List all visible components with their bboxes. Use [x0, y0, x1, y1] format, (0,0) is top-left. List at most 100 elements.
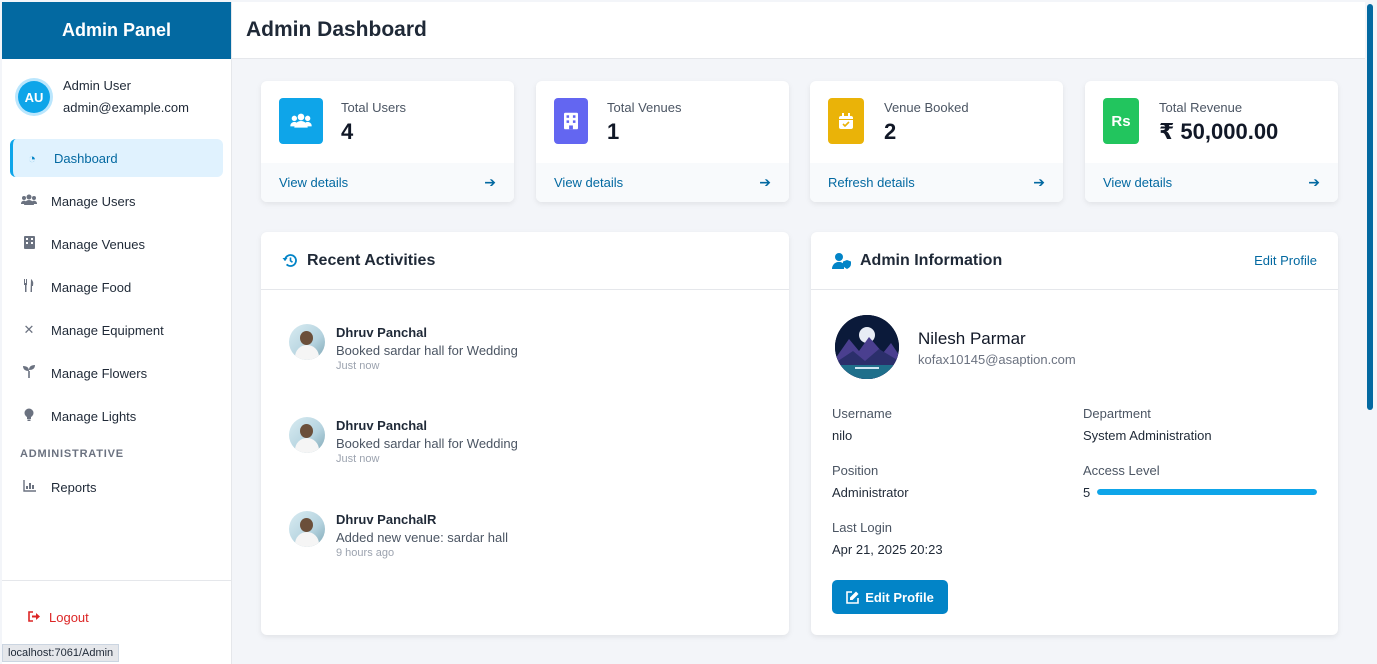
stat-label: Total Revenue	[1159, 100, 1243, 115]
activity-user: Dhruv Panchal	[336, 418, 428, 433]
stat-card-users: Total Users 4 View details ➔	[261, 81, 514, 202]
logout-label: Logout	[49, 610, 89, 625]
edit-profile-link[interactable]: Edit Profile	[1254, 253, 1317, 268]
sidebar-item-label: Manage Users	[51, 193, 136, 209]
activity-description: Booked sardar hall for Wedding	[336, 436, 518, 451]
stat-link-label: View details	[554, 175, 624, 190]
scrollbar[interactable]	[1365, 2, 1375, 664]
activity-description: Added new venue: sardar hall	[336, 530, 509, 545]
arrow-right-icon: ➔	[1033, 174, 1045, 190]
username-label: Username	[832, 406, 892, 421]
stat-value: ₹ 50,000.00	[1159, 119, 1279, 144]
logout-button[interactable]: Logout	[28, 610, 89, 625]
access-level-value: 5	[1083, 485, 1091, 500]
stat-label: Total Venues	[607, 100, 682, 115]
activity-time: Just now	[336, 453, 380, 465]
rupee-icon: Rs	[1103, 98, 1139, 144]
user-email: admin@example.com	[63, 100, 189, 115]
profile-name: Nilesh Parmar	[918, 329, 1026, 348]
stat-value: 4	[341, 119, 354, 144]
user-name: Admin User	[63, 78, 131, 93]
position-value: Administrator	[832, 485, 909, 500]
access-level-label: Access Level	[1083, 463, 1160, 478]
sidebar-item-lights[interactable]: Manage Lights	[10, 397, 223, 435]
department-label: Department	[1083, 406, 1151, 421]
recent-activities-panel: Recent Activities Dhruv Panchal Booked s…	[261, 232, 789, 635]
stat-link-label: View details	[1103, 175, 1173, 190]
sidebar-item-label: Manage Food	[51, 279, 132, 295]
activity-time: 9 hours ago	[336, 547, 395, 559]
page-title: Admin Dashboard	[232, 2, 1365, 59]
profile-email: kofax10145@asaption.com	[918, 352, 1076, 367]
sidebar-item-users[interactable]: Manage Users	[10, 182, 223, 220]
refresh-details-link[interactable]: Refresh details ➔	[810, 163, 1063, 202]
last-login-value: Apr 21, 2025 20:23	[832, 542, 943, 557]
sidebar: Admin Panel AU Admin User admin@example.…	[2, 2, 232, 664]
edit-profile-button-label: Edit Profile	[865, 589, 934, 605]
users-icon	[279, 98, 323, 144]
users-icon	[20, 194, 38, 209]
history-icon	[282, 252, 299, 269]
edit-icon	[846, 590, 859, 604]
stat-label: Total Users	[341, 100, 407, 115]
activity-avatar	[289, 511, 325, 547]
activity-description: Booked sardar hall for Wedding	[336, 343, 518, 358]
sidebar-nav: ◔ Dashboard Manage Users Manage Venues M…	[2, 131, 231, 506]
nav-section-administrative: ADMINISTRATIVE	[20, 448, 124, 460]
sidebar-item-label: Manage Venues	[51, 236, 145, 252]
sign-out-icon	[28, 610, 41, 625]
activity-avatar	[289, 417, 325, 453]
activity-item: Dhruv PanchalR Added new venue: sardar h…	[289, 511, 508, 560]
activity-user: Dhruv Panchal	[336, 325, 428, 340]
department-value: System Administration	[1083, 428, 1212, 443]
sidebar-item-venues[interactable]: Manage Venues	[10, 225, 223, 263]
activity-item: Dhruv Panchal Booked sardar hall for Wed…	[289, 324, 518, 373]
sidebar-footer-divider	[2, 580, 231, 581]
access-level-fill	[1097, 489, 1317, 495]
last-login-label: Last Login	[832, 520, 892, 535]
building-icon	[20, 236, 38, 252]
sidebar-item-reports[interactable]: Reports	[10, 468, 223, 506]
sidebar-item-food[interactable]: Manage Food	[10, 268, 223, 306]
activity-item: Dhruv Panchal Booked sardar hall for Wed…	[289, 417, 518, 466]
activity-time: Just now	[336, 360, 380, 372]
view-details-link[interactable]: View details ➔	[261, 163, 514, 202]
utensils-icon	[20, 279, 38, 295]
user-shield-icon	[832, 252, 852, 269]
building-icon	[554, 98, 588, 144]
seedling-icon	[20, 365, 38, 381]
chart-bar-icon	[20, 479, 38, 495]
admin-info-panel: Admin Information Edit Profile Nilesh Pa…	[811, 232, 1338, 635]
view-details-link[interactable]: View details ➔	[1085, 163, 1338, 202]
sidebar-title: Admin Panel	[2, 2, 231, 59]
stat-card-revenue: Rs Total Revenue ₹ 50,000.00 View detail…	[1085, 81, 1338, 202]
stat-label: Venue Booked	[884, 100, 969, 115]
position-label: Position	[832, 463, 879, 478]
arrow-right-icon: ➔	[1308, 174, 1320, 190]
stat-link-label: Refresh details	[828, 175, 915, 190]
sidebar-item-label: Manage Lights	[51, 408, 137, 424]
panel-title: Recent Activities	[307, 251, 436, 269]
profile-avatar	[835, 315, 899, 379]
sidebar-item-flowers[interactable]: Manage Flowers	[10, 354, 223, 392]
username-value: nilo	[832, 428, 853, 443]
view-details-link[interactable]: View details ➔	[536, 163, 789, 202]
sidebar-item-label: Reports	[51, 479, 97, 495]
sidebar-item-dashboard[interactable]: ◔ Dashboard	[10, 139, 223, 177]
scrollbar-thumb[interactable]	[1367, 4, 1373, 410]
panel-title: Admin Information	[860, 251, 1003, 269]
tools-icon: ✕	[23, 322, 35, 337]
avatar: AU	[18, 81, 50, 113]
access-level-bar	[1097, 489, 1317, 495]
stat-card-venues: Total Venues 1 View details ➔	[536, 81, 789, 202]
calendar-check-icon	[828, 98, 864, 144]
sidebar-item-label: Manage Equipment	[51, 322, 164, 338]
stat-value: 1	[607, 119, 620, 144]
status-url: localhost:7061/Admin	[2, 644, 120, 662]
activity-user: Dhruv PanchalR	[336, 512, 437, 527]
stat-value: 2	[884, 119, 897, 144]
sidebar-item-equipment[interactable]: ✕ Manage Equipment	[10, 311, 223, 349]
sidebar-item-label: Dashboard	[54, 150, 118, 166]
arrow-right-icon: ➔	[759, 174, 771, 190]
edit-profile-button[interactable]: Edit Profile	[832, 580, 948, 614]
